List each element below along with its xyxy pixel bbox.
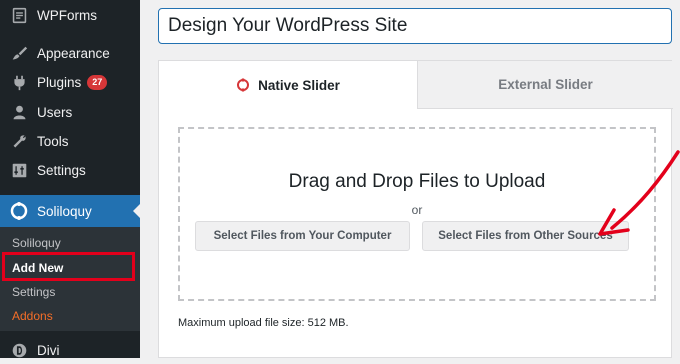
red-arrow-annotation <box>598 150 680 236</box>
sidebar-item-settings[interactable]: Settings <box>0 156 140 184</box>
sidebar-item-label: WPForms <box>37 7 97 23</box>
tab-external-slider[interactable]: External Slider <box>417 61 673 109</box>
sidebar-item-wpforms[interactable]: WPForms <box>0 1 140 29</box>
max-upload-size-text: Maximum upload file size: 512 MB. <box>178 317 349 329</box>
user-icon <box>9 102 29 122</box>
sidebar-item-tools[interactable]: Tools <box>0 127 140 155</box>
sidebar-item-users[interactable]: Users <box>0 98 140 126</box>
submenu-item-soliloquy[interactable]: Soliloquy <box>12 236 61 250</box>
drop-zone-or: or <box>411 203 423 217</box>
file-drop-zone[interactable]: Drag and Drop Files to Upload or Select … <box>178 127 656 301</box>
tab-native-slider[interactable]: Native Slider <box>159 61 417 109</box>
sidebar-item-label: Tools <box>37 133 69 149</box>
sidebar-item-divi[interactable]: Divi <box>0 336 140 364</box>
tab-label: External Slider <box>498 77 593 92</box>
sidebar-item-label: Settings <box>37 162 86 178</box>
form-icon <box>9 5 29 25</box>
sidebar-item-plugins[interactable]: Plugins 27 <box>0 68 140 96</box>
tab-label: Native Slider <box>258 77 340 93</box>
update-count-badge: 27 <box>87 74 108 90</box>
sidebar-item-label: Soliloquy <box>37 203 92 219</box>
divi-icon <box>9 340 29 360</box>
soliloquy-icon <box>9 201 29 221</box>
paintbrush-icon <box>9 43 29 63</box>
sidebar-item-label: Divi <box>37 342 60 358</box>
submenu-item-settings[interactable]: Settings <box>12 285 55 299</box>
soliloquy-icon <box>236 78 250 92</box>
sidebar-item-soliloquy[interactable]: Soliloquy <box>0 195 140 227</box>
sidebar-item-appearance[interactable]: Appearance <box>0 39 140 67</box>
submenu-item-addons[interactable]: Addons <box>12 309 53 323</box>
select-files-computer-button[interactable]: Select Files from Your Computer <box>195 221 410 251</box>
admin-sidebar: WPForms Appearance Plugins 27 Users Tool… <box>0 0 140 358</box>
sidebar-item-label: Users <box>37 104 73 120</box>
sidebar-item-label: Plugins <box>37 74 82 90</box>
drop-zone-heading: Drag and Drop Files to Upload <box>288 171 546 192</box>
slider-title-input[interactable] <box>158 8 672 44</box>
settings-icon <box>9 160 29 180</box>
plugin-icon <box>9 72 29 92</box>
active-menu-pointer <box>133 204 140 218</box>
wrench-icon <box>9 131 29 151</box>
sidebar-item-label: Appearance <box>37 45 110 61</box>
add-new-highlight-box <box>2 252 135 281</box>
